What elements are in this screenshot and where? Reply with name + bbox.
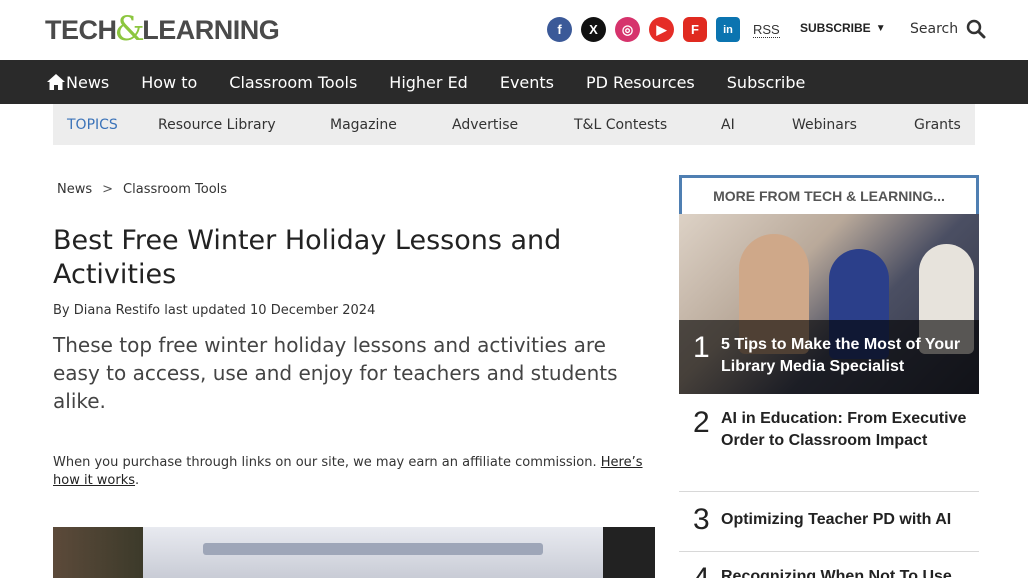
article-title: Best Free Winter Holiday Lessons and Act… — [53, 225, 562, 290]
article-strapline: These top free winter holiday lessons an… — [53, 333, 618, 413]
topic-magazine[interactable]: Magazine — [330, 117, 452, 133]
sidebar-list-item[interactable]: 4 Recognizing When Not To Use — [679, 552, 979, 578]
subscribe-dropdown[interactable]: SUBSCRIBE ▼ — [800, 21, 886, 35]
article-hero-image — [53, 527, 655, 578]
caret-down-icon: ▼ — [875, 22, 886, 34]
nav-item-how-to[interactable]: How to — [141, 73, 197, 92]
sidebar-item-title[interactable]: Recognizing When Not To Use — [721, 566, 971, 578]
logo-text-tech: TECH — [45, 14, 117, 45]
topic-ai[interactable]: AI — [721, 117, 792, 133]
affiliate-period: . — [135, 473, 140, 488]
rss-link[interactable]: RSS — [753, 22, 780, 38]
logo-ampersand: & — [114, 9, 145, 49]
topic-resource-library[interactable]: Resource Library — [158, 117, 330, 133]
sidebar-item-title[interactable]: 5 Tips to Make the Most of Your Library … — [721, 334, 971, 378]
topic-webinars[interactable]: Webinars — [792, 117, 914, 133]
more-from-sidebar: MORE FROM TECH & LEARNING... 1 5 Tips to… — [679, 175, 979, 578]
hero-monitor-dock — [203, 543, 543, 555]
topics-bar: TOPICS Resource Library Magazine Adverti… — [53, 104, 975, 145]
nav-item-pd-resources[interactable]: PD Resources — [586, 73, 695, 92]
main-navigation: News How to Classroom Tools Higher Ed Ev… — [0, 60, 1028, 104]
linkedin-icon[interactable]: in — [716, 17, 740, 42]
topics-label: TOPICS — [67, 116, 118, 133]
nav-item-events[interactable]: Events — [500, 73, 554, 92]
hero-tree-decoration — [53, 527, 143, 578]
flipboard-icon[interactable]: F — [683, 17, 707, 42]
subscribe-label: SUBSCRIBE — [800, 21, 871, 35]
search-button[interactable]: Search — [910, 19, 986, 39]
topic-advertise[interactable]: Advertise — [452, 117, 574, 133]
site-header: TECH & LEARNING f X ◎ ▶ F in RSS SUBSCRIBE… — [0, 0, 1028, 60]
search-label: Search — [910, 21, 959, 37]
sidebar-heading: MORE FROM TECH & LEARNING... — [679, 175, 979, 214]
nav-item-news[interactable]: News — [66, 73, 109, 92]
sidebar-rank: 3 — [693, 503, 710, 536]
affiliate-disclaimer: When you purchase through links on our s… — [53, 454, 653, 490]
x-twitter-icon[interactable]: X — [581, 17, 606, 42]
sidebar-list-item[interactable]: 2 AI in Education: From Executive Order … — [679, 394, 979, 492]
topic-tl-contests[interactable]: T&L Contests — [574, 117, 721, 133]
sidebar-rank: 1 — [693, 331, 710, 364]
youtube-icon[interactable]: ▶ — [649, 17, 674, 42]
sidebar-list-item[interactable]: 3 Optimizing Teacher PD with AI — [679, 492, 979, 552]
sidebar-featured-item[interactable]: 1 5 Tips to Make the Most of Your Librar… — [679, 214, 979, 394]
sidebar-rank: 2 — [693, 406, 710, 439]
breadcrumb-news[interactable]: News — [57, 182, 92, 197]
nav-item-classroom-tools[interactable]: Classroom Tools — [229, 73, 357, 92]
sidebar-item-title[interactable]: Optimizing Teacher PD with AI — [721, 509, 971, 531]
breadcrumb: News > Classroom Tools — [57, 182, 227, 197]
site-logo[interactable]: TECH & LEARNING — [45, 9, 280, 49]
home-icon[interactable] — [46, 73, 66, 91]
instagram-icon[interactable]: ◎ — [615, 17, 640, 42]
article-byline: By Diana Restifo last updated 10 Decembe… — [53, 303, 376, 318]
logo-text-learning: LEARNING — [142, 14, 280, 45]
breadcrumb-classroom-tools[interactable]: Classroom Tools — [123, 182, 227, 197]
nav-item-higher-ed[interactable]: Higher Ed — [389, 73, 468, 92]
sidebar-rank: 4 — [693, 562, 710, 578]
sidebar-item-title[interactable]: AI in Education: From Executive Order to… — [721, 408, 971, 452]
topic-grants[interactable]: Grants — [914, 117, 961, 133]
social-links: f X ◎ ▶ F in RSS — [547, 17, 780, 42]
nav-item-subscribe[interactable]: Subscribe — [727, 73, 806, 92]
search-icon — [966, 19, 986, 39]
breadcrumb-separator: > — [102, 182, 114, 197]
affiliate-text: When you purchase through links on our s… — [53, 455, 597, 470]
facebook-icon[interactable]: f — [547, 17, 572, 42]
